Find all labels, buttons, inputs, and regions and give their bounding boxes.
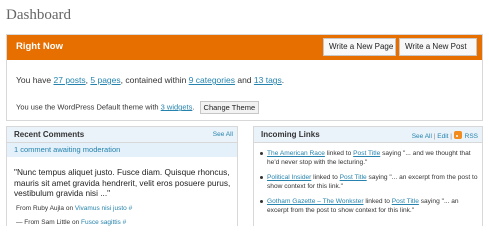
incoming-links-actions: See All | Edit | RSS bbox=[412, 131, 478, 140]
right-now-box: Right Now Write a New Page Write a New P… bbox=[6, 34, 483, 121]
link-source[interactable]: Political Insider bbox=[267, 174, 311, 181]
comment-post-link[interactable]: Fusce sagittis # bbox=[81, 219, 126, 226]
incoming-links-title: Incoming Links bbox=[261, 130, 320, 139]
recent-comments-box: Recent Comments See All 1 comment awaiti… bbox=[6, 126, 238, 226]
summary-mid: , contained within bbox=[120, 75, 189, 85]
right-now-title: Right Now bbox=[16, 41, 63, 52]
incoming-links-box: Incoming Links See All | Edit | RSS The … bbox=[253, 126, 483, 226]
change-theme-button[interactable]: Change Theme bbox=[199, 101, 260, 114]
link-post-title[interactable]: Post Title bbox=[340, 174, 367, 181]
pages-count-link[interactable]: 5 pages bbox=[90, 75, 120, 85]
bullet-icon bbox=[260, 152, 263, 155]
recent-comments-header: Recent Comments See All bbox=[7, 127, 237, 143]
moderation-notice-link[interactable]: 1 comment awaiting moderation bbox=[7, 143, 237, 157]
separator: | bbox=[450, 133, 452, 140]
link-post-title[interactable]: Post Title bbox=[353, 150, 380, 157]
linked-text: linked to bbox=[311, 174, 340, 181]
linked-text: linked to bbox=[324, 150, 354, 157]
incoming-links-header: Incoming Links See All | Edit | RSS bbox=[254, 127, 482, 143]
recent-comments-title: Recent Comments bbox=[14, 130, 85, 139]
list-item: The American Race linked to Post Title s… bbox=[258, 149, 482, 167]
recent-comments-see-all-link[interactable]: See All bbox=[213, 131, 233, 138]
content-summary: You have 27 posts, 5 pages, contained wi… bbox=[16, 75, 284, 85]
comment-author: From Ruby Aujla on bbox=[16, 205, 75, 212]
right-now-header: Right Now Write a New Page Write a New P… bbox=[7, 35, 482, 60]
tags-count-link[interactable]: 13 tags bbox=[254, 75, 282, 85]
comment-meta: — From Sam Little on Fusce sagittis # bbox=[16, 219, 126, 226]
theme-prefix: You use the WordPress Default theme with bbox=[16, 102, 161, 112]
categories-count-link[interactable]: 9 categories bbox=[189, 75, 235, 85]
page-title: Dashboard bbox=[6, 7, 71, 23]
link-source[interactable]: The American Race bbox=[267, 150, 325, 157]
bullet-icon bbox=[260, 176, 263, 179]
list-item: Gotham Gazette – The Wonkster linked to … bbox=[258, 197, 482, 215]
theme-end: . bbox=[192, 102, 195, 112]
theme-summary: You use the WordPress Default theme with… bbox=[16, 101, 260, 114]
summary-prefix: You have bbox=[16, 75, 54, 85]
comment-meta: From Ruby Aujla on Vivamus nisi justo # bbox=[16, 205, 132, 212]
widgets-count-link[interactable]: 3 widgets bbox=[161, 102, 193, 111]
summary-end: . bbox=[281, 75, 285, 85]
incoming-links-rss-link[interactable]: RSS bbox=[465, 133, 478, 140]
separator: | bbox=[433, 133, 436, 140]
posts-count-link[interactable]: 27 posts bbox=[54, 75, 86, 85]
summary-and: and bbox=[234, 75, 254, 85]
bullet-icon bbox=[260, 200, 263, 203]
list-item: Political Insider linked to Post Title s… bbox=[258, 173, 482, 191]
comment-excerpt: "Nunc tempus aliquet justo. Fusce diam. … bbox=[14, 167, 231, 198]
write-new-post-button[interactable]: Write a New Post bbox=[399, 38, 477, 56]
incoming-links-list: The American Race linked to Post Title s… bbox=[258, 149, 482, 221]
link-source[interactable]: Gotham Gazette – The Wonkster bbox=[267, 198, 364, 205]
incoming-links-see-all-link[interactable]: See All bbox=[412, 133, 432, 140]
incoming-links-edit-link[interactable]: Edit bbox=[437, 133, 448, 140]
comment-author: — From Sam Little on bbox=[16, 219, 82, 226]
comment-post-link[interactable]: Vivamus nisi justo # bbox=[75, 205, 132, 212]
write-new-page-button[interactable]: Write a New Page bbox=[323, 38, 396, 56]
link-post-title[interactable]: Post Title bbox=[392, 198, 419, 205]
rss-icon[interactable] bbox=[453, 131, 462, 139]
linked-text: linked to bbox=[363, 198, 392, 205]
